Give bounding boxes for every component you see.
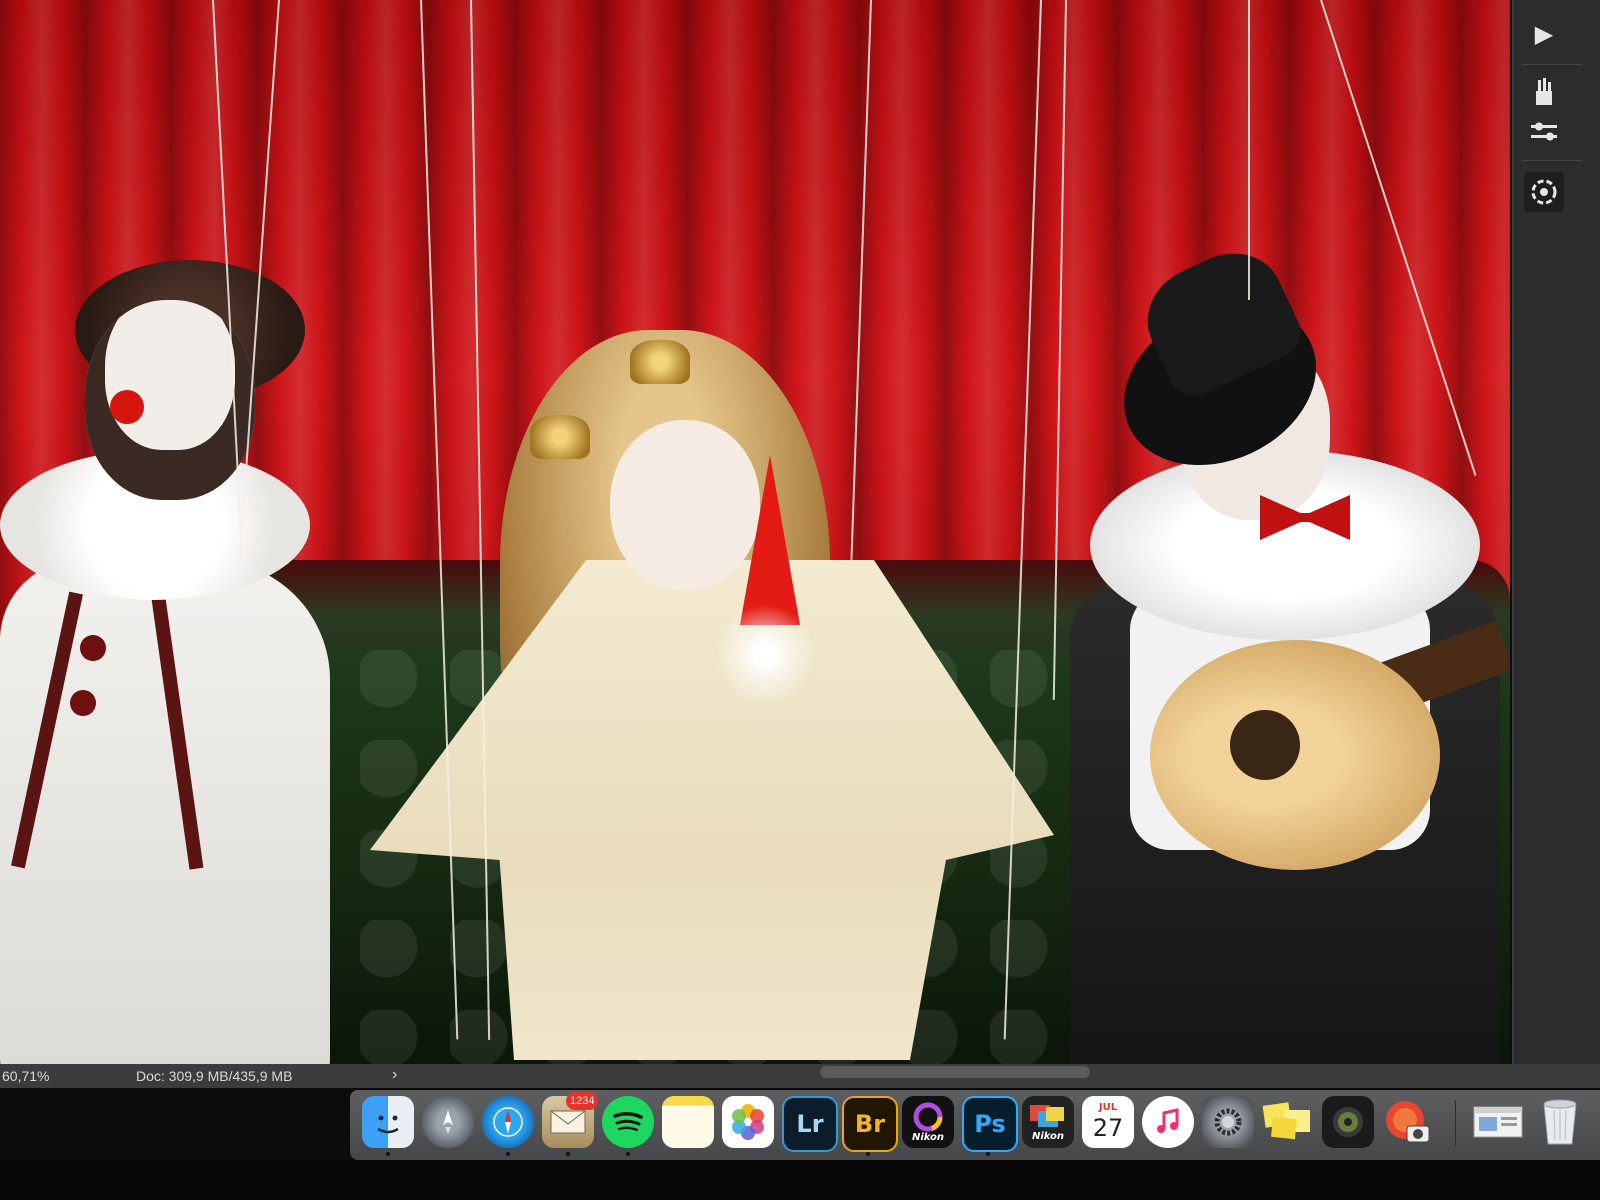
document-size: Doc: 309,9 MB/435,9 MB bbox=[136, 1068, 293, 1084]
running-indicator bbox=[626, 1152, 630, 1156]
bridge-icon[interactable]: Br bbox=[842, 1096, 898, 1152]
play-icon[interactable]: ▶ bbox=[1524, 14, 1564, 54]
brushes-icon[interactable] bbox=[1524, 72, 1564, 112]
divider bbox=[1522, 160, 1582, 161]
notes-icon[interactable] bbox=[662, 1096, 714, 1148]
puppet-string bbox=[1248, 0, 1250, 300]
running-indicator bbox=[866, 1152, 870, 1156]
compass-icon[interactable] bbox=[482, 1096, 534, 1148]
calendar-month: JUL bbox=[1098, 1102, 1118, 1113]
camera-icon[interactable] bbox=[1382, 1096, 1434, 1148]
window-thumbnail-icon[interactable] bbox=[1472, 1096, 1524, 1148]
divider bbox=[1522, 64, 1582, 65]
adjustments-icon[interactable] bbox=[1524, 112, 1564, 152]
mail-unread-badge: 1234 bbox=[566, 1092, 599, 1110]
nikon-label: Nikon bbox=[911, 1131, 945, 1143]
horizontal-scrollbar[interactable] bbox=[820, 1066, 1090, 1078]
status-expand-arrow[interactable]: › bbox=[392, 1066, 397, 1084]
lightroom-icon[interactable]: Lr bbox=[782, 1096, 838, 1152]
photo-canvas[interactable] bbox=[0, 0, 1510, 1064]
doll-crown bbox=[530, 415, 590, 459]
puppet-pin-glow bbox=[700, 590, 830, 720]
running-indicator bbox=[506, 1152, 510, 1156]
running-indicator bbox=[986, 1152, 990, 1156]
spotify-icon[interactable] bbox=[602, 1096, 654, 1148]
ukulele-soundhole bbox=[1230, 710, 1300, 780]
doll-face bbox=[610, 420, 760, 590]
speaker-icon[interactable] bbox=[1322, 1096, 1374, 1148]
pom-pom-button bbox=[70, 690, 96, 716]
calendar-icon[interactable]: JUL 27 bbox=[1082, 1096, 1134, 1148]
nikon-label: Nikon bbox=[1031, 1130, 1065, 1142]
nikon-transfer-icon[interactable]: Nikon bbox=[1022, 1096, 1074, 1148]
stickies-icon[interactable] bbox=[1262, 1096, 1314, 1148]
puppet-string bbox=[1320, 0, 1477, 476]
pom-pom-button bbox=[80, 635, 106, 661]
doll-crown bbox=[630, 340, 690, 384]
photos-icon[interactable] bbox=[722, 1096, 774, 1148]
rocket-icon[interactable] bbox=[422, 1096, 474, 1148]
running-indicator bbox=[386, 1152, 390, 1156]
gear-icon[interactable] bbox=[1202, 1096, 1254, 1148]
clown-red-nose bbox=[110, 390, 144, 424]
calendar-day: 27 bbox=[1092, 1114, 1124, 1142]
running-indicator bbox=[566, 1152, 570, 1156]
puppet-warp-icon[interactable] bbox=[1524, 172, 1564, 212]
dock-separator bbox=[1455, 1100, 1456, 1146]
photoshop-icon[interactable]: Ps bbox=[962, 1096, 1018, 1152]
zoom-level[interactable]: 60,71% bbox=[2, 1068, 49, 1084]
nikon-capture-icon[interactable]: Nikon bbox=[902, 1096, 954, 1148]
finder-icon[interactable] bbox=[362, 1096, 414, 1148]
music-note-icon[interactable] bbox=[1142, 1096, 1194, 1148]
trash-icon[interactable] bbox=[1534, 1096, 1586, 1148]
puppet-string bbox=[850, 0, 872, 560]
status-bar: 60,71% Doc: 309,9 MB/435,9 MB › bbox=[0, 1064, 1600, 1088]
screen-bezel bbox=[0, 1160, 1600, 1200]
